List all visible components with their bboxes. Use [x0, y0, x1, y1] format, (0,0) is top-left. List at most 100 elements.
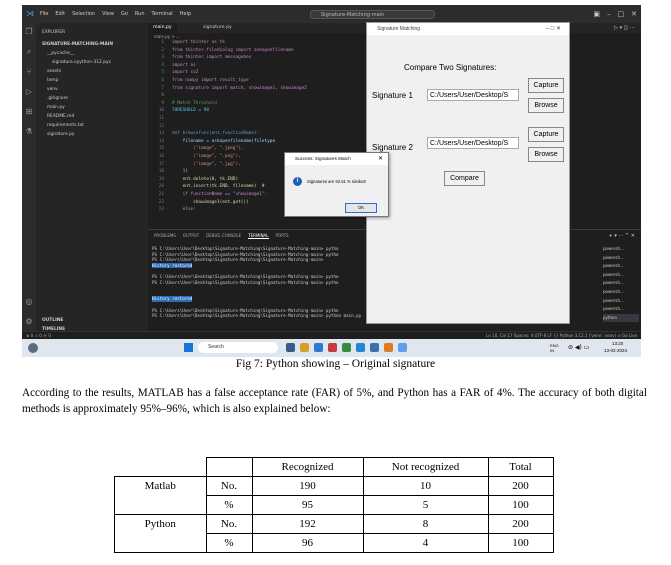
signature-2-path[interactable]: C:/Users/User/Desktop/S	[427, 137, 519, 149]
code-line[interactable]: from signature import match, showimage1,…	[172, 85, 307, 93]
file-tree-item[interactable]: README.md	[47, 114, 74, 119]
code-line[interactable]: filename = askopenfilename(filetype	[172, 138, 276, 146]
terminal-instance[interactable]: powersh...	[603, 305, 639, 314]
source-control-icon[interactable]: ⑂	[25, 68, 33, 76]
start-icon[interactable]	[184, 343, 193, 352]
maximize-icon[interactable]: □	[618, 10, 625, 18]
code-line[interactable]: ])	[172, 168, 188, 176]
panel-tab-problems[interactable]: PROBLEMS	[154, 233, 176, 239]
code-line[interactable]: # Match Threshold	[172, 100, 217, 108]
vscode-task-icon[interactable]	[356, 343, 365, 352]
code-line[interactable]: ent.insert(tk.END, filename) #	[172, 183, 265, 191]
code-line[interactable]: import os	[172, 62, 196, 70]
panel-tab-debug-console[interactable]: DEBUG CONSOLE	[206, 233, 241, 239]
code-line[interactable]: from tkinter.filedialog import askopenfi…	[172, 47, 294, 55]
menu-item-edit[interactable]: Edit	[55, 11, 65, 17]
browse-2-button[interactable]: Browse	[528, 147, 564, 162]
signature-1-path[interactable]: C:/Users/User/Desktop/S	[427, 89, 519, 101]
command-search[interactable]: Signature-Matching-main	[310, 10, 435, 19]
panel-tab-output[interactable]: OUTPUT	[183, 233, 199, 239]
code-line[interactable]: ("image", ".jpeg"),	[172, 145, 243, 153]
capture-1-button[interactable]: Capture	[528, 78, 564, 93]
file-tree-item[interactable]: __pycache__	[47, 51, 74, 56]
menu-item-file[interactable]: File	[40, 11, 48, 17]
table-cell: 10	[362, 476, 489, 496]
code-line[interactable]: if functionName == "showimage1":	[172, 191, 268, 199]
vscode-screenshot: ⋊ File Edit Selection View Go Run Terminal Help…	[22, 5, 641, 357]
chrome-icon[interactable]	[342, 343, 351, 352]
file-tree-item[interactable]: signature.py	[47, 132, 74, 137]
code-line[interactable]: import cv2	[172, 69, 198, 77]
explorer-icon[interactable]: ❐	[25, 28, 33, 36]
file-tree-item[interactable]: .gitignore	[47, 96, 68, 101]
panel-tab-terminal[interactable]: TERMINAL	[248, 233, 269, 239]
terminal-instance[interactable]: powersh...	[603, 245, 639, 254]
extensions-icon[interactable]: ⊞	[25, 108, 33, 116]
panel-tab-ports[interactable]: PORTS	[276, 233, 289, 239]
file-tree-item[interactable]: signature.cpython-312.pyc	[52, 60, 111, 65]
matlab-icon[interactable]	[384, 343, 393, 352]
python-task-icon[interactable]	[370, 343, 379, 352]
weather-icon[interactable]	[28, 343, 38, 353]
layout-icon[interactable]: ▣	[593, 10, 600, 18]
file-tree-item[interactable]: requirements.txt	[47, 123, 84, 128]
code-line[interactable]: import tkinter as tk	[172, 39, 225, 47]
table-header-cell: Recognized	[251, 457, 364, 477]
tk-window-controls-icon[interactable]: – □ ✕	[546, 23, 561, 35]
terminal-instance[interactable]: powersh...	[603, 271, 639, 280]
terminal-instance[interactable]: powersh...	[603, 297, 639, 306]
code-line[interactable]: ("image", ".jpg"),	[172, 161, 241, 169]
capture-2-button[interactable]: Capture	[528, 127, 564, 142]
dialog-ok-button[interactable]: OK	[345, 203, 377, 213]
code-line[interactable]: showimage1(ent.get())	[172, 199, 249, 207]
tray-icons[interactable]: ⊜ ◀) ▭	[568, 344, 589, 351]
code-line[interactable]: else:	[172, 206, 196, 214]
menu-item-view[interactable]: View	[102, 11, 114, 17]
compare-button[interactable]: Compare	[444, 171, 485, 186]
close-icon[interactable]: ✕	[631, 10, 637, 18]
tab-main-py[interactable]: main.py	[148, 23, 177, 33]
tray-language[interactable]: ENG IN	[550, 343, 562, 353]
tab-signature-py[interactable]: signature.py	[198, 23, 237, 33]
code-line[interactable]: THRESHOLD = 90	[172, 107, 209, 115]
browse-1-button[interactable]: Browse	[528, 98, 564, 113]
menu-item-go[interactable]: Go	[121, 11, 128, 17]
code-line[interactable]: def browsefunc(ent,functionName):	[172, 130, 259, 138]
run-debug-icon[interactable]: ▷	[25, 88, 33, 96]
app-icon[interactable]	[398, 343, 407, 352]
outline-section[interactable]: OUTLINE	[42, 318, 63, 323]
terminal-instance[interactable]: powersh...	[603, 279, 639, 288]
code-line[interactable]: from tkinter import messagebox	[172, 54, 251, 62]
edge-icon[interactable]	[314, 343, 323, 352]
search-icon[interactable]: ⌕	[25, 48, 33, 56]
account-icon[interactable]: ◎	[25, 298, 33, 306]
code-line[interactable]: from numpy import result_type	[172, 77, 249, 85]
menu-item-run[interactable]: Run	[135, 11, 145, 17]
file-tree-item[interactable]: main.py	[47, 105, 65, 110]
run-icon[interactable]: ▷ ▾ ◫ ⋯	[614, 25, 635, 31]
menu-item-selection[interactable]: Selection	[72, 11, 95, 17]
folder-icon[interactable]	[300, 343, 309, 352]
terminal-instance[interactable]: python	[603, 313, 639, 323]
taskbar-search[interactable]: Search	[198, 342, 278, 353]
settings-gear-icon[interactable]: ⚙	[25, 318, 33, 326]
terminal-instance[interactable]: powersh...	[603, 288, 639, 297]
line-number: 3	[161, 55, 164, 61]
menu-item-terminal[interactable]: Terminal	[152, 11, 173, 17]
code-line[interactable]: ent.delete(0, tk.END)	[172, 176, 239, 184]
app-icon[interactable]	[328, 343, 337, 352]
terminal-instance[interactable]: powersh...	[603, 254, 639, 263]
terminal-output[interactable]: PS C:\Users\User\Desktop\Signature-Match…	[152, 246, 361, 319]
code-line[interactable]: ("image", ".png"),	[172, 153, 241, 161]
file-tree-item[interactable]: venv	[47, 87, 58, 92]
app-icon[interactable]	[286, 343, 295, 352]
testing-icon[interactable]: ⚗	[25, 128, 33, 136]
minimize-icon[interactable]: –	[607, 10, 611, 18]
file-tree-item[interactable]: temp	[47, 78, 59, 83]
menu-item-help[interactable]: Help	[180, 11, 191, 17]
file-tree-item[interactable]: assets	[47, 69, 61, 74]
dialog-close-icon[interactable]: ✕	[378, 153, 383, 165]
panel-actions-icon[interactable]: + ▾ ⋯ ^ ✕	[609, 233, 635, 239]
project-root[interactable]: SIGNATURE-MATCHING-MAIN	[42, 42, 113, 47]
terminal-instance[interactable]: powersh...	[603, 262, 639, 271]
